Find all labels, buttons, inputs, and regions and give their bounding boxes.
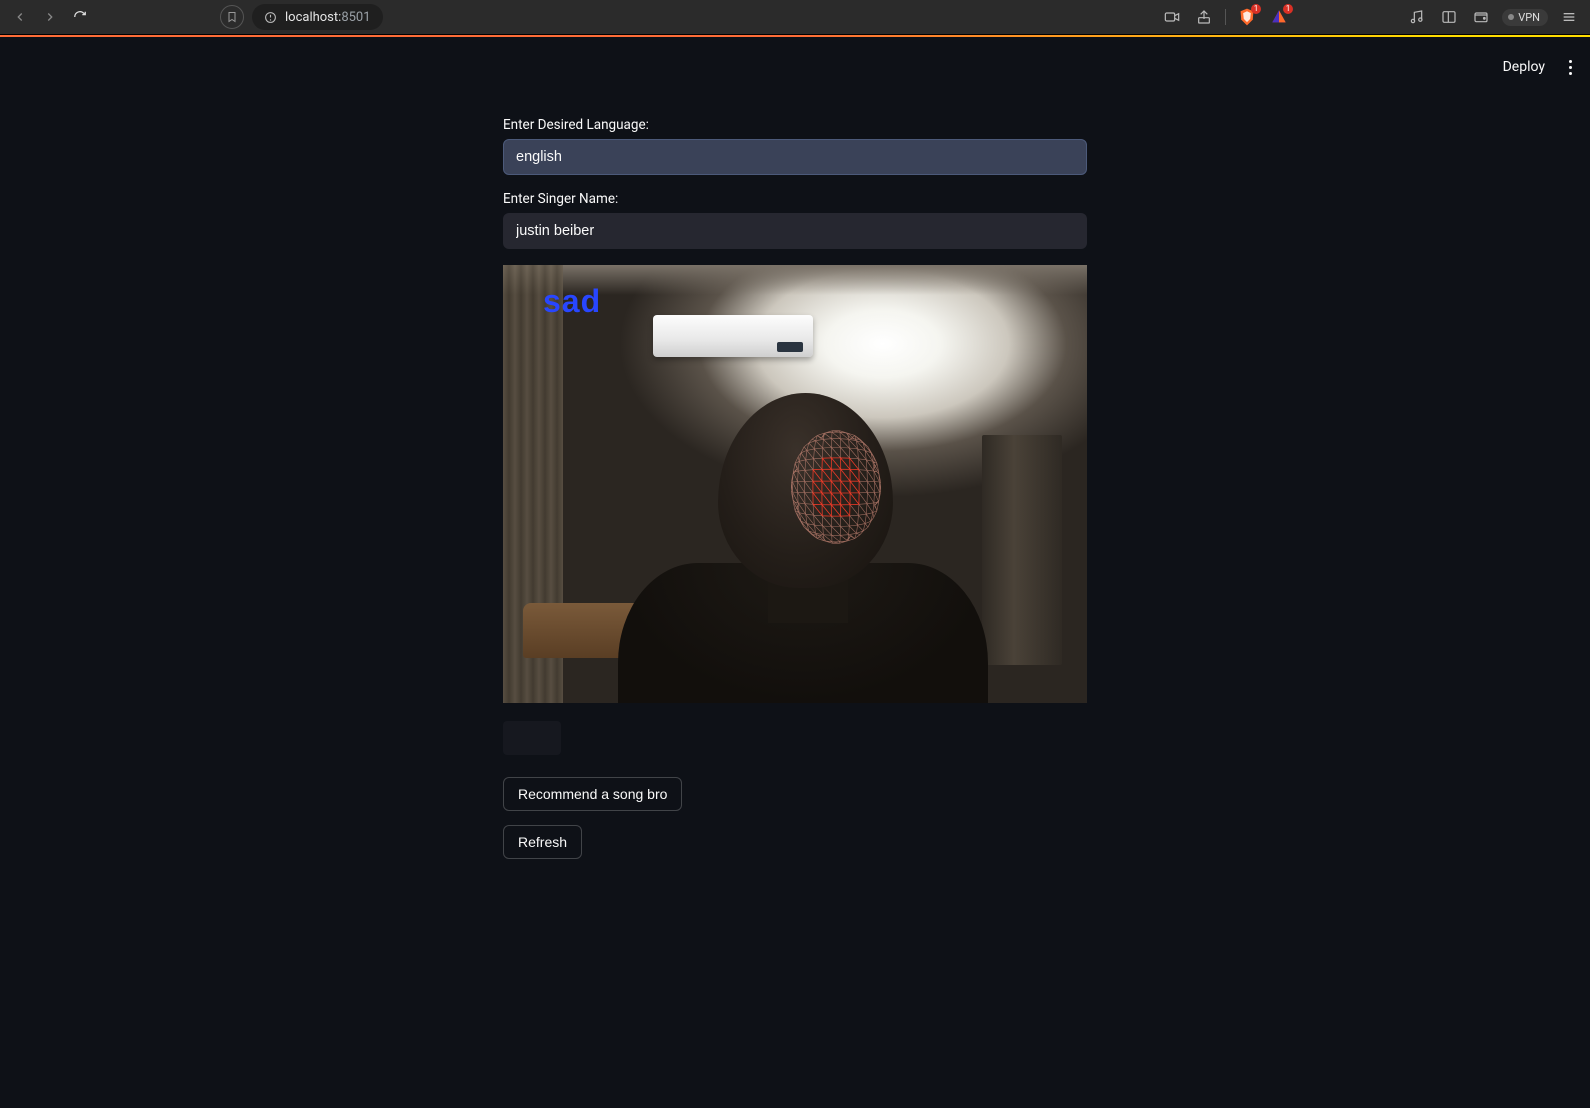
language-label: Enter Desired Language: bbox=[503, 117, 1087, 133]
browser-toolbar: localhost:8501 1 1 VPN bbox=[0, 0, 1590, 35]
sidebar-icon[interactable] bbox=[1438, 6, 1460, 28]
brave-shields-icon[interactable]: 1 bbox=[1236, 6, 1258, 28]
language-input[interactable] bbox=[503, 139, 1087, 175]
deploy-button[interactable]: Deploy bbox=[1497, 55, 1551, 79]
vpn-button[interactable]: VPN bbox=[1502, 9, 1548, 26]
emotion-overlay: sad bbox=[543, 283, 601, 320]
status-placeholder bbox=[503, 721, 561, 755]
forward-button[interactable] bbox=[40, 7, 60, 27]
address-bar[interactable]: localhost:8501 bbox=[252, 4, 383, 30]
back-button[interactable] bbox=[10, 7, 30, 27]
refresh-button[interactable]: Refresh bbox=[503, 825, 582, 859]
app-menu-icon[interactable] bbox=[1565, 56, 1576, 79]
person-silhouette bbox=[618, 393, 988, 703]
bookmark-button[interactable] bbox=[220, 5, 244, 29]
media-icon[interactable] bbox=[1406, 6, 1428, 28]
recommend-button[interactable]: Recommend a song bro bbox=[503, 777, 682, 811]
wallet-icon[interactable] bbox=[1470, 6, 1492, 28]
shields-count-badge: 1 bbox=[1251, 4, 1262, 14]
main-content: Enter Desired Language: Enter Singer Nam… bbox=[503, 37, 1087, 913]
url-text: localhost:8501 bbox=[285, 10, 371, 25]
hamburger-menu-icon[interactable] bbox=[1558, 6, 1580, 28]
rewards-count-badge: 1 bbox=[1283, 4, 1294, 14]
toolbar-divider bbox=[1225, 9, 1226, 25]
app-viewport: Deploy Enter Desired Language: Enter Sin… bbox=[0, 37, 1590, 1108]
vpn-status-dot bbox=[1508, 14, 1514, 20]
reload-button[interactable] bbox=[70, 7, 90, 27]
vpn-label: VPN bbox=[1518, 11, 1540, 24]
share-icon[interactable] bbox=[1193, 6, 1215, 28]
singer-label: Enter Singer Name: bbox=[503, 191, 1087, 207]
video-icon[interactable] bbox=[1161, 6, 1183, 28]
webcam-feed: sad bbox=[503, 265, 1087, 703]
singer-input[interactable] bbox=[503, 213, 1087, 249]
brave-rewards-icon[interactable]: 1 bbox=[1268, 6, 1290, 28]
